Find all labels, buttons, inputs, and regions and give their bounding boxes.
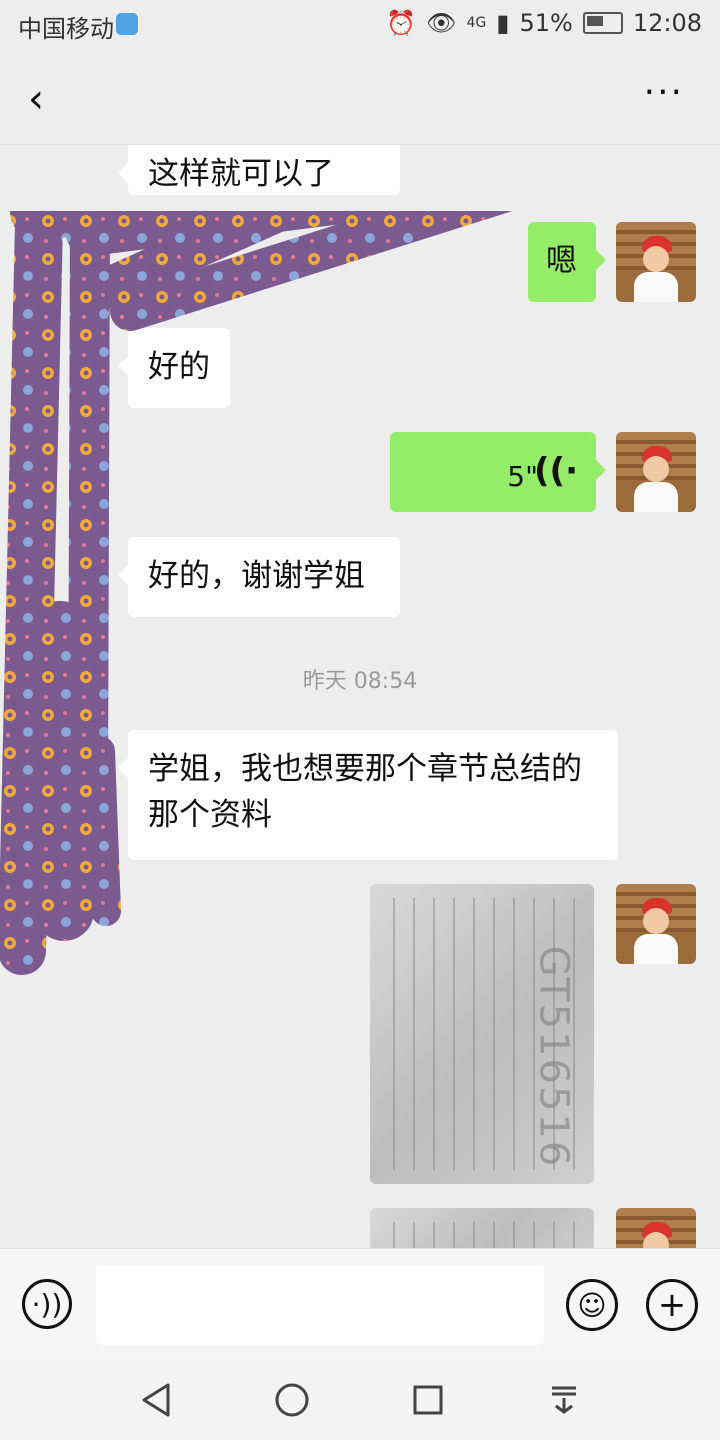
system-navigation-bar — [0, 1360, 720, 1440]
chat-area[interactable]: 这样就可以了 嗯 好的 5" ((· 好的，谢谢学姐 昨天 08:54 学姐，我… — [0, 145, 720, 1248]
plus-icon[interactable]: + — [646, 1279, 698, 1331]
carrier-name: 中国移动 — [18, 15, 114, 43]
image-message[interactable]: GT516516 — [370, 884, 594, 1184]
message-bubble-out[interactable]: 嗯 — [528, 222, 606, 302]
emoji-icon[interactable]: ☺ — [566, 1279, 618, 1331]
voice-message-bubble[interactable]: 5" ((· — [390, 432, 606, 512]
back-triangle-icon[interactable] — [136, 1380, 176, 1420]
image-message-partial[interactable] — [370, 1208, 594, 1248]
alarm-icon: ⏰ — [386, 9, 417, 37]
status-right: ⏰ 👁 4G ▮ 51% 12:08 — [386, 9, 702, 37]
notification-icon[interactable] — [544, 1380, 584, 1420]
message-input[interactable] — [96, 1265, 544, 1345]
battery-icon — [582, 12, 623, 34]
document-photo — [384, 1222, 580, 1248]
message-bubble-partial[interactable]: 这样就可以了 — [118, 145, 400, 195]
voice-wave-icon: ((· — [534, 451, 578, 491]
message-text: 学姐，我也想要那个章节总结的那个资料 — [148, 751, 582, 833]
eye-icon: 👁 — [426, 9, 457, 37]
chat-header: ‹ ··· — [0, 50, 720, 145]
back-arrow-icon[interactable]: ‹ — [28, 76, 44, 122]
battery-percent: 51% — [519, 9, 573, 37]
my-avatar[interactable] — [616, 222, 696, 302]
my-avatar[interactable] — [616, 884, 696, 964]
image-watermark: GT516516 — [530, 945, 577, 1169]
message-bubble-in[interactable]: 好的 — [118, 328, 230, 408]
home-circle-icon[interactable] — [272, 1380, 312, 1420]
message-text: 嗯 — [546, 243, 577, 279]
my-avatar[interactable] — [616, 1208, 696, 1248]
signal-icon: ▮ — [496, 9, 510, 37]
clock: 12:08 — [632, 9, 702, 37]
message-bubble-in[interactable]: 好的，谢谢学姐 — [118, 537, 400, 617]
voice-input-icon[interactable]: ·)) — [22, 1279, 72, 1329]
my-avatar[interactable] — [616, 432, 696, 512]
network-type: 4G — [466, 15, 487, 31]
shield-icon — [116, 13, 138, 35]
message-text: 这样就可以了 — [148, 156, 334, 192]
more-icon[interactable]: ··· — [644, 72, 684, 113]
input-bar: ·)) ☺ + — [0, 1248, 720, 1361]
message-text: 好的 — [148, 349, 210, 385]
message-bubble-in[interactable]: 学姐，我也想要那个章节总结的那个资料 — [118, 730, 618, 860]
status-bar: 中国移动 ⏰ 👁 4G ▮ 51% 12:08 — [0, 0, 720, 50]
message-timestamp: 昨天 08:54 — [302, 669, 418, 694]
message-text: 好的，谢谢学姐 — [148, 558, 365, 594]
recent-square-icon[interactable] — [408, 1380, 448, 1420]
